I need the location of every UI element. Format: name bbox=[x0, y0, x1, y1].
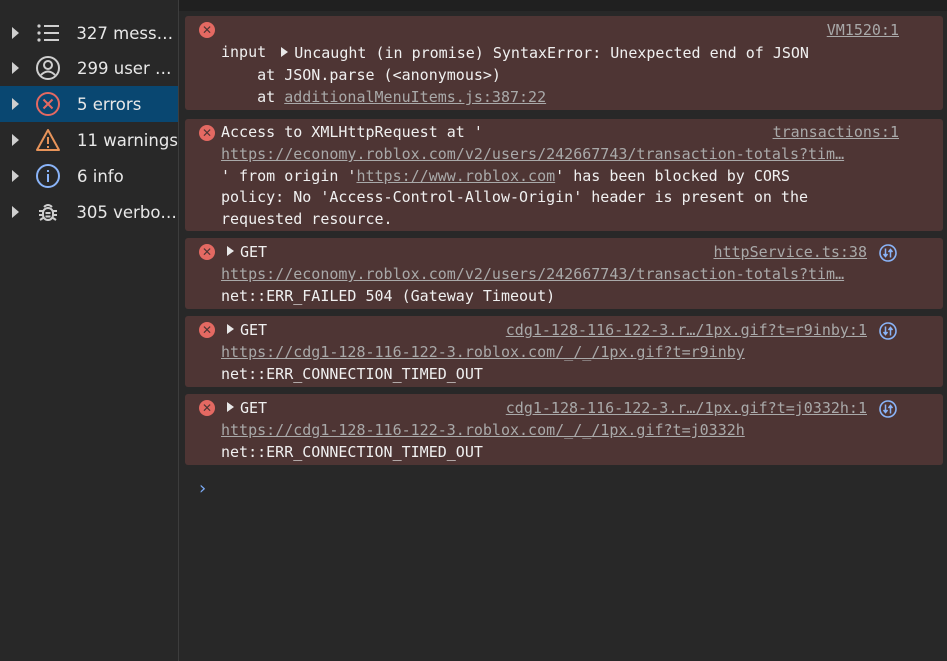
source-link[interactable]: cdg1-128-116-122-3.r…/1px.gif?t=j0332h:1 bbox=[506, 397, 867, 420]
request-method: GET bbox=[240, 243, 268, 261]
sidebar-item-verbose[interactable]: 305 verbose bbox=[0, 194, 178, 230]
console-error-message[interactable]: ✕ GET cdg1-128-116-122-3.r…/1px.gif?t=j0… bbox=[185, 394, 943, 465]
expand-triangle-icon[interactable] bbox=[12, 170, 19, 182]
error-icon: ✕ bbox=[199, 400, 215, 416]
request-status: net::ERR_FAILED 504 (Gateway Timeout) bbox=[221, 287, 556, 305]
request-method: GET bbox=[240, 399, 268, 417]
console-prompt[interactable]: › bbox=[197, 478, 208, 499]
message-text-line: ' from origin 'https://www.roblox.com' h… bbox=[221, 165, 790, 188]
request-method: GET bbox=[240, 321, 268, 339]
origin-link[interactable]: https://www.roblox.com bbox=[356, 167, 555, 185]
stack-frame-link[interactable]: additionalMenuItems.js:387:22 bbox=[284, 88, 546, 106]
message-line: GET bbox=[227, 241, 267, 264]
message-text: Uncaught (in promise) SyntaxError: Unexp… bbox=[294, 43, 809, 62]
sidebar-item-label: 299 user m... bbox=[77, 58, 178, 78]
sidebar-item-label: 327 messa... bbox=[76, 23, 178, 43]
request-url-link[interactable]: https://cdg1-128-116-122-3.roblox.com/_/… bbox=[221, 341, 745, 364]
stack-frame-prefix: at bbox=[221, 88, 285, 106]
request-url-link[interactable]: https://cdg1-128-116-122-3.roblox.com/_/… bbox=[221, 419, 745, 442]
error-icon: ✕ bbox=[199, 22, 215, 38]
expand-triangle-icon[interactable] bbox=[281, 46, 289, 57]
expand-triangle-icon[interactable] bbox=[12, 134, 19, 146]
console-error-message[interactable]: ✕ GET httpService.ts:38 https://economy.… bbox=[185, 238, 943, 309]
message-text: Access to XMLHttpRequest at ' bbox=[221, 123, 483, 141]
console-error-message[interactable]: ✕ Access to XMLHttpRequest at ' transact… bbox=[185, 119, 943, 231]
expand-triangle-icon[interactable] bbox=[227, 246, 234, 256]
expand-triangle-icon[interactable] bbox=[12, 206, 19, 218]
message-text: requested resource. bbox=[221, 210, 393, 228]
stack-frame-text: at JSON.parse (<anonymous>) bbox=[221, 66, 501, 84]
message-text: ' has been blocked by CORS bbox=[555, 167, 790, 185]
source-link[interactable]: VM1520:1 bbox=[827, 19, 899, 42]
sidebar-item-label: 11 warnings bbox=[77, 130, 178, 150]
sidebar-item-label: 6 info bbox=[77, 166, 124, 186]
source-link[interactable]: cdg1-128-116-122-3.r…/1px.gif?t=r9inby:1 bbox=[506, 319, 867, 342]
request-url-link[interactable]: https://economy.roblox.com/v2/users/2426… bbox=[221, 143, 907, 166]
expand-triangle-icon[interactable] bbox=[12, 27, 19, 39]
network-request-icon[interactable] bbox=[879, 400, 897, 418]
error-icon: ✕ bbox=[199, 125, 215, 141]
sidebar-item-label: 305 verbose bbox=[76, 202, 178, 222]
user-icon bbox=[35, 55, 61, 81]
expand-triangle-icon[interactable] bbox=[12, 62, 19, 74]
sidebar-item-warnings[interactable]: 11 warnings bbox=[0, 122, 178, 158]
network-request-icon[interactable] bbox=[879, 322, 897, 340]
source-link[interactable]: httpService.ts:38 bbox=[713, 241, 867, 264]
expand-triangle-icon[interactable] bbox=[12, 98, 19, 110]
error-icon: ✕ bbox=[199, 244, 215, 260]
message-text: input bbox=[221, 43, 267, 61]
request-url-link[interactable]: https://economy.roblox.com/v2/users/2426… bbox=[221, 263, 907, 286]
message-text: policy: No 'Access-Control-Allow-Origin'… bbox=[221, 188, 808, 206]
bug-icon bbox=[35, 199, 60, 225]
sidebar-item-messages[interactable]: 327 messa... bbox=[0, 15, 178, 51]
sidebar-item-errors[interactable]: 5 errors bbox=[0, 86, 178, 122]
console-sidebar: 327 messa... 299 user m... 5 errors 11 w… bbox=[0, 0, 179, 661]
network-request-icon[interactable] bbox=[879, 244, 897, 262]
sidebar-item-info[interactable]: 6 info bbox=[0, 158, 178, 194]
message-line: GET bbox=[227, 397, 267, 420]
message-line: GET bbox=[227, 319, 267, 342]
error-icon: ✕ bbox=[199, 322, 215, 338]
expand-triangle-icon[interactable] bbox=[227, 402, 234, 412]
request-status: net::ERR_CONNECTION_TIMED_OUT bbox=[221, 443, 483, 461]
stack-frame: at additionalMenuItems.js:387:22 bbox=[221, 86, 546, 109]
console-error-message[interactable]: ✕ GET cdg1-128-116-122-3.r…/1px.gif?t=r9… bbox=[185, 316, 943, 387]
warning-icon bbox=[35, 127, 61, 153]
error-icon bbox=[35, 91, 61, 117]
sidebar-item-label: 5 errors bbox=[77, 94, 142, 114]
console-messages: ✕ Uncaught (in promise) SyntaxError: Une… bbox=[179, 11, 947, 661]
sidebar-item-user-messages[interactable]: 299 user m... bbox=[0, 50, 178, 86]
source-link[interactable]: transactions:1 bbox=[773, 121, 899, 144]
request-status: net::ERR_CONNECTION_TIMED_OUT bbox=[221, 365, 483, 383]
message-text: ' from origin ' bbox=[221, 167, 357, 185]
info-icon bbox=[35, 163, 61, 189]
list-icon bbox=[35, 20, 60, 46]
console-error-message[interactable]: ✕ Uncaught (in promise) SyntaxError: Une… bbox=[185, 16, 943, 110]
expand-triangle-icon[interactable] bbox=[227, 324, 234, 334]
